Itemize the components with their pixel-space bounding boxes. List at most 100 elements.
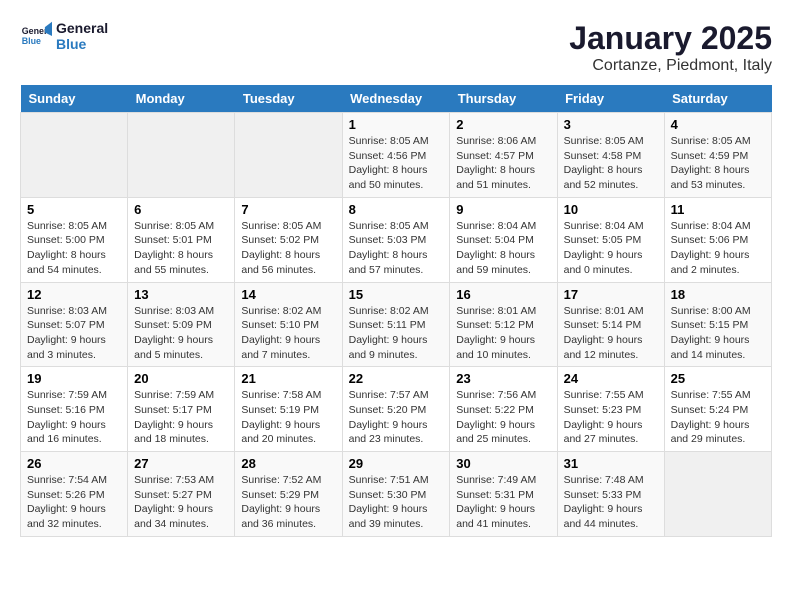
- logo: General Blue General Blue: [20, 20, 108, 52]
- day-info: Sunrise: 8:03 AM Sunset: 5:09 PM Dayligh…: [134, 304, 228, 363]
- calendar-cell: 9Sunrise: 8:04 AM Sunset: 5:04 PM Daylig…: [450, 197, 557, 282]
- calendar-cell: 25 Sunrise: 7:55 AM Sunset: 5:24 PM Dayli…: [664, 367, 771, 452]
- day-info: Sunrise: 8:02 AM Sunset: 5:10 PM Dayligh…: [241, 304, 335, 363]
- day-number: 22: [349, 371, 444, 386]
- day-number: 12: [27, 287, 121, 302]
- day-number: 3: [564, 117, 658, 132]
- day-info: Sunrise: 7:57 AM Sunset: 5:20 PM Dayligh…: [349, 388, 444, 447]
- weekday-header: Sunday: [21, 85, 128, 113]
- day-number: 26: [27, 456, 121, 471]
- header: General Blue General Blue January 2025 C…: [20, 20, 772, 75]
- day-number: 11: [671, 202, 765, 217]
- day-info: Sunrise: 8:05 AM Sunset: 5:03 PM Dayligh…: [349, 219, 444, 278]
- logo-line2: Blue: [56, 36, 108, 52]
- calendar-cell: 14 Sunrise: 8:02 AM Sunset: 5:10 PM Dayli…: [235, 282, 342, 367]
- day-number: 16: [456, 287, 550, 302]
- calendar-cell: 17 Sunrise: 8:01 AM Sunset: 5:14 PM Dayli…: [557, 282, 664, 367]
- calendar-cell: 28 Sunrise: 7:52 AM Sunset: 5:29 PM Dayli…: [235, 452, 342, 537]
- day-number: 31: [564, 456, 658, 471]
- day-info: Sunrise: 8:03 AM Sunset: 5:07 PM Dayligh…: [27, 304, 121, 363]
- weekday-header: Friday: [557, 85, 664, 113]
- calendar-week-row: 12 Sunrise: 8:03 AM Sunset: 5:07 PM Dayli…: [21, 282, 772, 367]
- day-info: Sunrise: 7:52 AM Sunset: 5:29 PM Dayligh…: [241, 473, 335, 532]
- day-info: Sunrise: 7:56 AM Sunset: 5:22 PM Dayligh…: [456, 388, 550, 447]
- day-info: Sunrise: 8:05 AM Sunset: 4:59 PM Dayligh…: [671, 134, 765, 193]
- calendar-cell: 10 Sunrise: 8:04 AM Sunset: 5:05 PM Dayli…: [557, 197, 664, 282]
- weekday-header: Monday: [128, 85, 235, 113]
- weekday-header: Thursday: [450, 85, 557, 113]
- day-info: Sunrise: 8:05 AM Sunset: 4:56 PM Dayligh…: [349, 134, 444, 193]
- day-number: 24: [564, 371, 658, 386]
- day-info: Sunrise: 7:48 AM Sunset: 5:33 PM Dayligh…: [564, 473, 658, 532]
- calendar-table: SundayMondayTuesdayWednesdayThursdayFrid…: [20, 85, 772, 537]
- day-number: 21: [241, 371, 335, 386]
- calendar-cell: 1 Sunrise: 8:05 AM Sunset: 4:56 PM Daylig…: [342, 113, 450, 198]
- calendar-cell: 23 Sunrise: 7:56 AM Sunset: 5:22 PM Dayli…: [450, 367, 557, 452]
- title-area: January 2025 Cortanze, Piedmont, Italy: [569, 20, 772, 75]
- day-info: Sunrise: 7:54 AM Sunset: 5:26 PM Dayligh…: [27, 473, 121, 532]
- day-number: 5: [27, 202, 121, 217]
- calendar-cell: [235, 113, 342, 198]
- calendar-cell: 13 Sunrise: 8:03 AM Sunset: 5:09 PM Dayli…: [128, 282, 235, 367]
- calendar-cell: 27Sunrise: 7:53 AM Sunset: 5:27 PM Dayli…: [128, 452, 235, 537]
- day-info: Sunrise: 7:53 AM Sunset: 5:27 PM Dayligh…: [134, 473, 228, 532]
- calendar-cell: 16 Sunrise: 8:01 AM Sunset: 5:12 PM Dayli…: [450, 282, 557, 367]
- day-info: Sunrise: 8:05 AM Sunset: 5:02 PM Dayligh…: [241, 219, 335, 278]
- calendar-cell: 5 Sunrise: 8:05 AM Sunset: 5:00 PM Daylig…: [21, 197, 128, 282]
- calendar-cell: 12 Sunrise: 8:03 AM Sunset: 5:07 PM Dayli…: [21, 282, 128, 367]
- calendar-cell: [21, 113, 128, 198]
- day-info: Sunrise: 7:55 AM Sunset: 5:24 PM Dayligh…: [671, 388, 765, 447]
- day-info: Sunrise: 7:49 AM Sunset: 5:31 PM Dayligh…: [456, 473, 550, 532]
- day-number: 19: [27, 371, 121, 386]
- day-info: Sunrise: 7:55 AM Sunset: 5:23 PM Dayligh…: [564, 388, 658, 447]
- day-number: 23: [456, 371, 550, 386]
- day-number: 10: [564, 202, 658, 217]
- calendar-cell: 22 Sunrise: 7:57 AM Sunset: 5:20 PM Dayli…: [342, 367, 450, 452]
- day-info: Sunrise: 8:02 AM Sunset: 5:11 PM Dayligh…: [349, 304, 444, 363]
- calendar-week-row: 5 Sunrise: 8:05 AM Sunset: 5:00 PM Daylig…: [21, 197, 772, 282]
- calendar-cell: 20Sunrise: 7:59 AM Sunset: 5:17 PM Dayli…: [128, 367, 235, 452]
- day-number: 25: [671, 371, 765, 386]
- calendar-cell: 18 Sunrise: 8:00 AM Sunset: 5:15 PM Dayli…: [664, 282, 771, 367]
- svg-text:Blue: Blue: [22, 36, 41, 46]
- day-number: 14: [241, 287, 335, 302]
- weekday-header: Saturday: [664, 85, 771, 113]
- day-number: 20: [134, 371, 228, 386]
- day-info: Sunrise: 8:05 AM Sunset: 4:58 PM Dayligh…: [564, 134, 658, 193]
- calendar-cell: 8 Sunrise: 8:05 AM Sunset: 5:03 PM Daylig…: [342, 197, 450, 282]
- calendar-cell: [128, 113, 235, 198]
- day-number: 4: [671, 117, 765, 132]
- day-number: 18: [671, 287, 765, 302]
- day-info: Sunrise: 7:59 AM Sunset: 5:16 PM Dayligh…: [27, 388, 121, 447]
- day-number: 13: [134, 287, 228, 302]
- calendar-cell: 4 Sunrise: 8:05 AM Sunset: 4:59 PM Daylig…: [664, 113, 771, 198]
- day-number: 7: [241, 202, 335, 217]
- calendar-cell: 24 Sunrise: 7:55 AM Sunset: 5:23 PM Dayli…: [557, 367, 664, 452]
- day-info: Sunrise: 7:51 AM Sunset: 5:30 PM Dayligh…: [349, 473, 444, 532]
- day-info: Sunrise: 8:04 AM Sunset: 5:05 PM Dayligh…: [564, 219, 658, 278]
- day-number: 30: [456, 456, 550, 471]
- day-number: 6: [134, 202, 228, 217]
- day-number: 1: [349, 117, 444, 132]
- calendar-cell: 6 Sunrise: 8:05 AM Sunset: 5:01 PM Daylig…: [128, 197, 235, 282]
- calendar-week-row: 1 Sunrise: 8:05 AM Sunset: 4:56 PM Daylig…: [21, 113, 772, 198]
- day-info: Sunrise: 8:01 AM Sunset: 5:12 PM Dayligh…: [456, 304, 550, 363]
- calendar-cell: 15Sunrise: 8:02 AM Sunset: 5:11 PM Dayli…: [342, 282, 450, 367]
- day-number: 9: [456, 202, 550, 217]
- day-info: Sunrise: 8:05 AM Sunset: 5:01 PM Dayligh…: [134, 219, 228, 278]
- calendar-cell: 31 Sunrise: 7:48 AM Sunset: 5:33 PM Dayli…: [557, 452, 664, 537]
- calendar-cell: 3 Sunrise: 8:05 AM Sunset: 4:58 PM Daylig…: [557, 113, 664, 198]
- logo-line1: General: [56, 20, 108, 36]
- calendar-cell: 11Sunrise: 8:04 AM Sunset: 5:06 PM Dayli…: [664, 197, 771, 282]
- day-number: 28: [241, 456, 335, 471]
- day-info: Sunrise: 8:00 AM Sunset: 5:15 PM Dayligh…: [671, 304, 765, 363]
- month-title: January 2025: [569, 20, 772, 57]
- calendar-cell: [664, 452, 771, 537]
- calendar-cell: 19 Sunrise: 7:59 AM Sunset: 5:16 PM Dayli…: [21, 367, 128, 452]
- weekday-header: Wednesday: [342, 85, 450, 113]
- day-info: Sunrise: 8:06 AM Sunset: 4:57 PM Dayligh…: [456, 134, 550, 193]
- day-info: Sunrise: 8:05 AM Sunset: 5:00 PM Dayligh…: [27, 219, 121, 278]
- day-info: Sunrise: 8:01 AM Sunset: 5:14 PM Dayligh…: [564, 304, 658, 363]
- day-number: 8: [349, 202, 444, 217]
- day-number: 17: [564, 287, 658, 302]
